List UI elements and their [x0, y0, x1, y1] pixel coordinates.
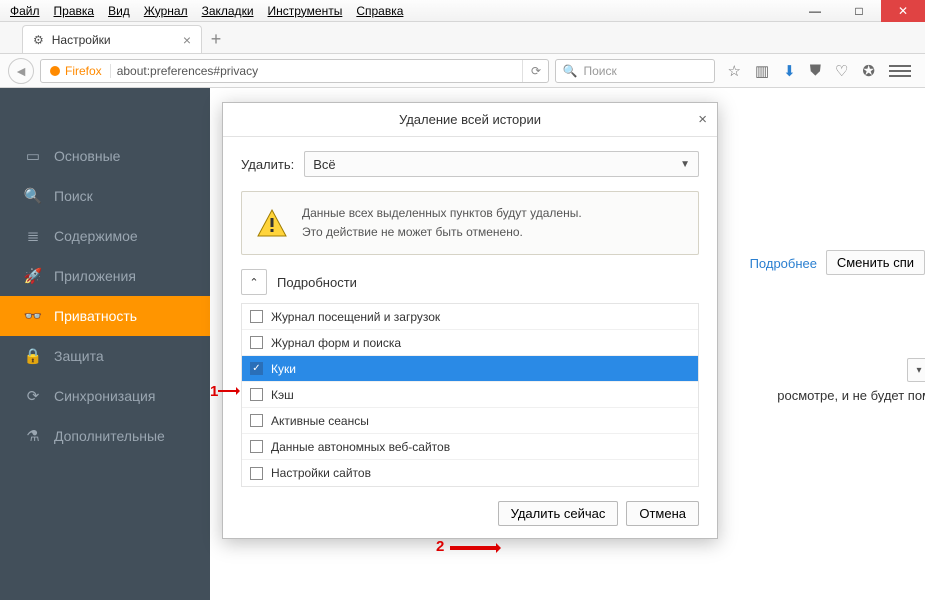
history-item-label: Куки	[271, 362, 296, 376]
annotation-2: 2	[436, 538, 444, 555]
history-item-label: Кэш	[271, 388, 294, 402]
history-item-3[interactable]: Кэш	[242, 382, 698, 408]
history-item-label: Настройки сайтов	[271, 466, 371, 480]
dialog-title-bar: Удаление всей истории ×	[223, 103, 717, 137]
menu-view[interactable]: Вид	[108, 4, 130, 18]
history-items-list: Журнал посещений и загрузок Журнал форм и…	[241, 303, 699, 487]
navigation-toolbar: ◄ Firefox about:preferences#privacy ⟳ 🔍 …	[0, 54, 925, 88]
menu-history[interactable]: Журнал	[144, 4, 188, 18]
warning-icon	[256, 207, 288, 239]
new-tab-button[interactable]: +	[202, 25, 230, 53]
menu-bookmarks[interactable]: Закладки	[202, 4, 254, 18]
search-icon: 🔍	[562, 64, 577, 78]
firefox-icon	[49, 65, 61, 77]
checkbox[interactable]	[250, 440, 263, 453]
reload-button[interactable]: ⟳	[522, 60, 548, 82]
dialog-close-button[interactable]: ×	[698, 111, 707, 128]
chevron-down-icon: ▼	[680, 159, 690, 170]
history-item-label: Журнал форм и поиска	[271, 336, 401, 350]
menubar: Файл Правка Вид Журнал Закладки Инструме…	[0, 4, 403, 18]
back-button[interactable]: ◄	[8, 58, 34, 84]
checkbox[interactable]	[250, 414, 263, 427]
annotation-1-arrow	[218, 390, 238, 392]
menu-edit[interactable]: Правка	[54, 4, 95, 18]
tab-close-button[interactable]: ×	[183, 32, 191, 48]
tab-settings[interactable]: ⚙ Настройки ×	[22, 25, 202, 53]
history-item-label: Журнал посещений и загрузок	[271, 310, 440, 324]
clear-history-dialog: Удаление всей истории × Удалить: Всё ▼	[222, 102, 718, 539]
identity-box[interactable]: Firefox	[41, 64, 111, 78]
window-maximize-button[interactable]: □	[837, 0, 881, 22]
bookmark-star-icon[interactable]: ☆	[727, 62, 740, 80]
search-placeholder: Поиск	[583, 64, 616, 78]
tab-strip: ⚙ Настройки × +	[0, 22, 925, 54]
history-item-0[interactable]: Журнал посещений и загрузок	[242, 304, 698, 330]
downloads-icon[interactable]: ⬇	[783, 62, 796, 80]
time-range-select[interactable]: Всё ▼	[304, 151, 699, 177]
details-toggle-button[interactable]: ⌃	[241, 269, 267, 295]
search-bar[interactable]: 🔍 Поиск	[555, 59, 715, 83]
checkbox[interactable]	[250, 310, 263, 323]
checkbox[interactable]: ✓	[250, 362, 263, 375]
annotation-2-arrow	[450, 546, 498, 550]
pocket-icon[interactable]: ⛊	[810, 62, 821, 79]
clear-now-button[interactable]: Удалить сейчас	[498, 501, 619, 526]
window-close-button[interactable]: ✕	[881, 0, 925, 22]
addon-icon[interactable]: ✪	[862, 62, 875, 80]
menu-button[interactable]	[889, 60, 911, 82]
warning-line-1: Данные всех выделенных пунктов будут уда…	[302, 204, 582, 223]
time-range-label: Удалить:	[241, 157, 294, 172]
window-minimize-button[interactable]: —	[793, 0, 837, 22]
history-item-6[interactable]: Настройки сайтов	[242, 460, 698, 486]
menu-tools[interactable]: Инструменты	[268, 4, 343, 18]
menu-help[interactable]: Справка	[356, 4, 403, 18]
url-text: about:preferences#privacy	[111, 64, 264, 78]
history-item-5[interactable]: Данные автономных веб-сайтов	[242, 434, 698, 460]
details-label: Подробности	[277, 275, 357, 290]
content-area: ▭Основные🔍Поиск≣Содержимое🚀Приложения👓Пр…	[0, 88, 925, 600]
shield-icon[interactable]: ♡	[835, 62, 848, 80]
warning-box: Данные всех выделенных пунктов будут уда…	[241, 191, 699, 255]
window-menubar: Файл Правка Вид Журнал Закладки Инструме…	[0, 0, 925, 22]
history-item-2[interactable]: ✓ Куки	[242, 356, 698, 382]
warning-line-2: Это действие не может быть отменено.	[302, 223, 582, 242]
checkbox[interactable]	[250, 336, 263, 349]
gear-icon: ⚙	[33, 33, 44, 47]
url-bar[interactable]: Firefox about:preferences#privacy ⟳	[40, 59, 549, 83]
library-icon[interactable]: ▥	[755, 62, 769, 80]
menu-file[interactable]: Файл	[10, 4, 40, 18]
dialog-title: Удаление всей истории	[399, 112, 541, 127]
history-item-4[interactable]: Активные сеансы	[242, 408, 698, 434]
cancel-button[interactable]: Отмена	[626, 501, 699, 526]
history-item-label: Данные автономных веб-сайтов	[271, 440, 450, 454]
tab-title: Настройки	[52, 33, 111, 47]
history-item-label: Активные сеансы	[271, 414, 369, 428]
time-range-value: Всё	[313, 157, 335, 172]
checkbox[interactable]	[250, 467, 263, 480]
history-item-1[interactable]: Журнал форм и поиска	[242, 330, 698, 356]
checkbox[interactable]	[250, 388, 263, 401]
